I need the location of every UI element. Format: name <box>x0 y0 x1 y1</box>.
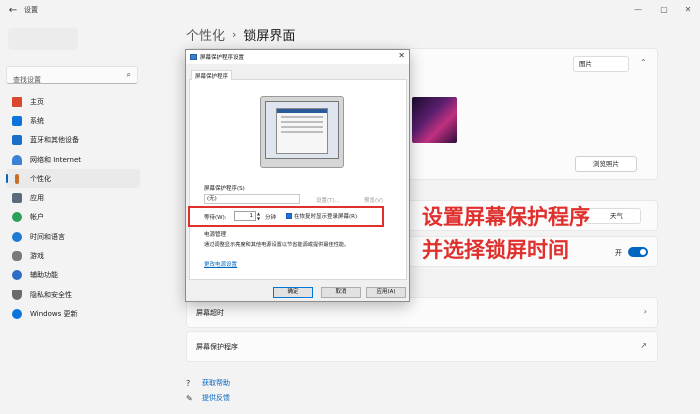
feedback-icon: ✎ <box>186 393 193 403</box>
annotation-line-1: 设置屏幕保护程序 <box>422 205 590 229</box>
sidebar-item-label: 时间和语言 <box>30 232 65 241</box>
get-help-label: 获取帮助 <box>202 379 230 387</box>
sidebar-item-label: 帐户 <box>30 213 44 222</box>
ok-button[interactable]: 确定 <box>273 287 313 298</box>
get-help-link[interactable]: ? 获取帮助 <box>186 378 230 388</box>
bluetooth-icon <box>12 135 22 146</box>
sidebar-item-home[interactable]: 主页 <box>6 92 140 111</box>
search-box[interactable]: ⌕ <box>6 66 138 88</box>
screen-timeout-label: 屏幕超时 <box>196 309 224 317</box>
browse-photos-button[interactable]: 浏览照片 <box>575 156 637 172</box>
close-icon[interactable]: ✕ <box>398 51 405 60</box>
sidebar-item-privacy[interactable]: 隐私和安全性 <box>6 285 140 304</box>
avatar <box>8 28 78 50</box>
background-type-select[interactable]: 图片 <box>573 56 629 72</box>
globe-icon <box>12 231 22 242</box>
search-input[interactable] <box>7 72 117 88</box>
highlight-box <box>188 206 384 227</box>
signin-background-toggle[interactable] <box>628 247 648 257</box>
sidebar-item-label: 网络和 Internet <box>30 155 82 164</box>
screensaver-icon <box>190 54 197 60</box>
annotation-line-2: 并选择锁屏时间 <box>422 238 569 262</box>
help-icon: ? <box>186 378 191 388</box>
breadcrumb: 个性化 › 锁屏界面 <box>186 25 295 44</box>
screensaver-section-label: 屏幕保护程序(S) <box>204 186 245 192</box>
sidebar-item-apps[interactable]: 应用 <box>6 188 140 207</box>
update-icon <box>12 308 22 319</box>
breadcrumb-parent[interactable]: 个性化 <box>186 25 225 44</box>
accessibility-icon <box>12 270 22 281</box>
sidebar-item-accounts[interactable]: 帐户 <box>6 208 140 227</box>
preview-button[interactable]: 预览(V) <box>364 196 383 204</box>
sidebar-item-network[interactable]: 网络和 Internet <box>6 150 140 169</box>
home-icon <box>12 96 22 107</box>
brush-icon <box>15 173 19 184</box>
chevron-right-icon: › <box>643 307 647 316</box>
mini-line <box>281 126 323 128</box>
shield-icon <box>12 289 22 300</box>
feedback-label: 提供反馈 <box>202 394 230 402</box>
dialog-tab-strip: 屏幕保护程序 <box>189 68 407 81</box>
mini-window-bar <box>277 109 327 113</box>
apply-button[interactable]: 应用(A) <box>366 287 406 298</box>
page-title: 锁屏界面 <box>243 29 296 44</box>
gamepad-icon <box>12 251 22 262</box>
settings-button[interactable]: 设置(T)... <box>316 196 340 204</box>
mini-window-graphic <box>276 108 328 154</box>
sidebar-item-time-language[interactable]: 时间和语言 <box>6 227 140 246</box>
screen-saver-row[interactable]: 屏幕保护程序 ↗ <box>186 331 658 362</box>
back-arrow-icon[interactable]: ← <box>6 4 20 18</box>
dialog-title: 屏幕保护程序设置 <box>200 55 245 61</box>
sidebar-item-label: 系统 <box>30 116 44 125</box>
sidebar-item-label: 隐私和安全性 <box>30 290 72 299</box>
sidebar-nav: 主页 系统 蓝牙和其他设备 网络和 Internet 个性化 应用 帐户 时间和… <box>6 92 140 324</box>
title-bar: ← 设置 — ▢ ✕ <box>0 0 700 22</box>
app-title: 设置 <box>24 6 38 14</box>
sidebar-item-label: 游戏 <box>30 252 44 261</box>
apps-icon <box>12 193 22 204</box>
chevron-up-icon[interactable]: ⌃ <box>640 58 647 67</box>
screen-saver-label: 屏幕保护程序 <box>196 343 238 351</box>
monitor-screen <box>265 101 339 159</box>
cancel-button[interactable]: 取消 <box>321 287 361 298</box>
sidebar-item-bluetooth[interactable]: 蓝牙和其他设备 <box>6 131 140 150</box>
wifi-icon <box>12 154 22 165</box>
mini-line <box>281 131 323 133</box>
power-description: 通过调整显示亮度和其他电源设置以节省能源或提供最佳性能。 <box>204 242 350 248</box>
monitor-preview-icon <box>260 96 344 168</box>
sidebar-item-windows-update[interactable]: Windows 更新 <box>6 304 140 323</box>
sidebar-item-label: 主页 <box>30 97 44 106</box>
monitor-icon <box>12 115 22 126</box>
search-icon: ⌕ <box>126 70 131 79</box>
user-profile-area[interactable] <box>8 28 138 58</box>
sidebar-item-label: 蓝牙和其他设备 <box>30 136 79 145</box>
dialog-body: 屏幕保护程序(S) (无) 设置(T)... 预览(V) 等待(W): 1 ▲ ▼… <box>189 80 407 280</box>
close-button[interactable]: ✕ <box>680 3 696 17</box>
external-link-icon: ↗ <box>640 341 647 350</box>
minimize-button[interactable]: — <box>630 3 646 17</box>
maximize-button[interactable]: ▢ <box>656 3 672 17</box>
sidebar-item-label: 辅助功能 <box>30 271 58 280</box>
sidebar-item-label: 应用 <box>30 194 44 203</box>
screensaver-select[interactable]: (无) <box>204 194 300 204</box>
mini-line <box>281 121 323 123</box>
sidebar-item-system[interactable]: 系统 <box>6 111 140 130</box>
sidebar-item-personalization[interactable]: 个性化 <box>6 169 140 189</box>
lock-screen-preview-image <box>412 97 457 143</box>
account-icon <box>12 212 22 223</box>
toggle-label: 开 <box>615 249 622 257</box>
sidebar-item-accessibility[interactable]: 辅助功能 <box>6 266 140 285</box>
dialog-titlebar[interactable]: 屏幕保护程序设置 ✕ <box>186 50 409 64</box>
change-power-settings-link[interactable]: 更改电源设置 <box>204 260 237 268</box>
sidebar-item-label: Windows 更新 <box>30 309 78 318</box>
feedback-link[interactable]: ✎ 提供反馈 <box>186 393 230 403</box>
lock-screen-status-select[interactable]: 天气 <box>585 208 641 224</box>
sidebar-item-gaming[interactable]: 游戏 <box>6 246 140 265</box>
mini-line <box>281 116 323 118</box>
sidebar-item-label: 个性化 <box>30 174 51 183</box>
power-management-label: 电源管理 <box>204 232 227 238</box>
breadcrumb-separator: › <box>232 28 237 41</box>
screensaver-settings-dialog: 屏幕保护程序设置 ✕ 屏幕保护程序 屏幕保护程序(S) (无) 设置(T)...… <box>185 49 410 302</box>
